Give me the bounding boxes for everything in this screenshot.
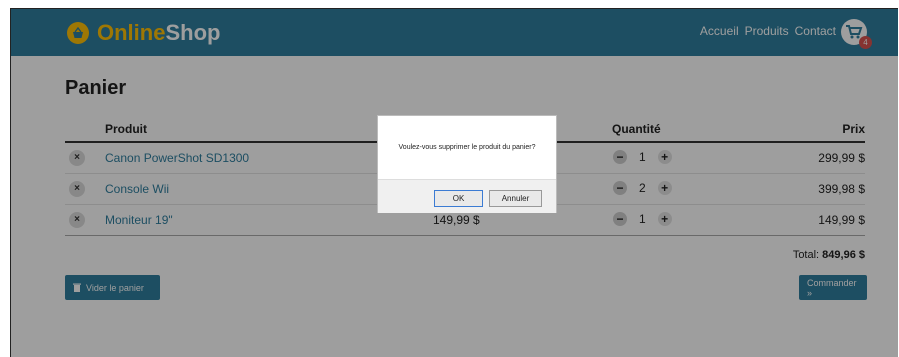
ok-button[interactable]: OK (434, 190, 483, 207)
browser-frame: OnlineShop Accueil Produits Contact 4 Pa… (10, 8, 898, 357)
dialog-message: Voulez-vous supprimer le produit du pani… (398, 144, 536, 151)
dialog-footer: OK Annuler (378, 179, 556, 213)
cancel-button[interactable]: Annuler (489, 190, 542, 207)
confirm-dialog: Voulez-vous supprimer le produit du pani… (377, 115, 557, 213)
